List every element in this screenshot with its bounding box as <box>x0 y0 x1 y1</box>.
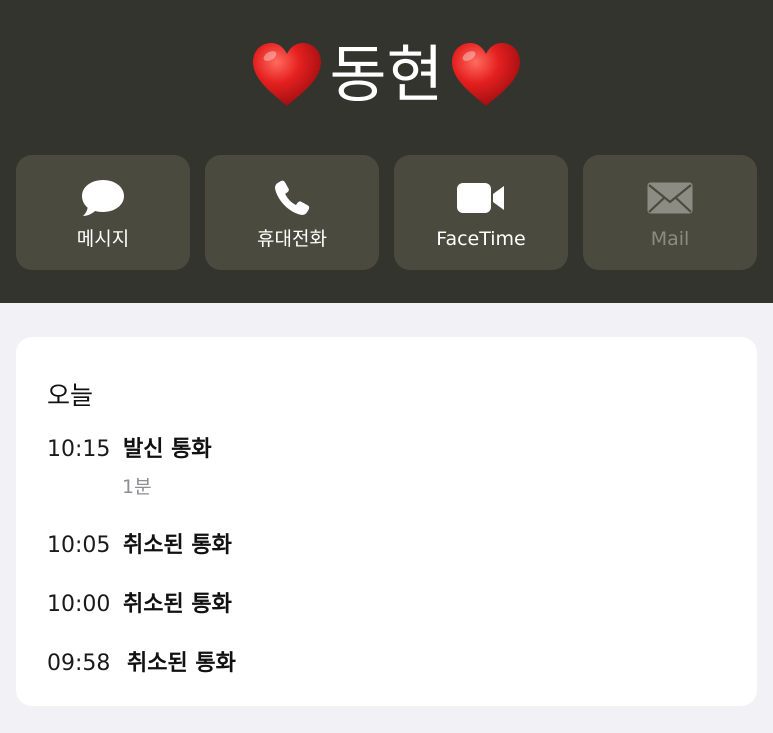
call-history-card: 오늘 10:15 발신 통화 1분 10:05 취소된 통화 10:00 취소된… <box>16 337 757 706</box>
phone-icon <box>267 177 317 219</box>
call-time: 10:15 <box>47 437 111 462</box>
call-row[interactable]: 09:58 취소된 통화 <box>47 650 236 678</box>
mobile-call-button-label: 휴대전화 <box>257 228 327 250</box>
mobile-call-button[interactable]: 휴대전화 <box>205 155 379 270</box>
contact-name-row: 동현 <box>0 30 773 120</box>
call-time: 09:58 <box>47 651 111 676</box>
contact-name: 동현 <box>329 38 444 111</box>
call-duration: 1분 <box>122 476 152 498</box>
facetime-button[interactable]: FaceTime <box>394 155 568 270</box>
call-type: 취소된 통화 <box>127 651 236 676</box>
video-camera-icon <box>456 177 506 219</box>
call-row[interactable]: 10:05 취소된 통화 <box>47 532 232 560</box>
call-type: 취소된 통화 <box>123 592 232 617</box>
call-type: 발신 통화 <box>123 437 212 462</box>
contact-actions: 메시지 휴대전화 FaceTime Mail <box>16 155 757 270</box>
message-button-label: 메시지 <box>76 228 130 250</box>
call-time: 10:00 <box>47 592 111 617</box>
red-heart-icon <box>451 43 520 106</box>
mail-button[interactable]: Mail <box>583 155 757 270</box>
message-bubble-icon <box>78 177 128 219</box>
facetime-button-label: FaceTime <box>436 228 526 250</box>
message-button[interactable]: 메시지 <box>16 155 190 270</box>
call-time: 10:05 <box>47 533 111 558</box>
call-type: 취소된 통화 <box>123 533 232 558</box>
contact-header: 동현 메시지 휴대전화 FaceTime Mail <box>0 0 773 303</box>
mail-button-label: Mail <box>650 228 690 250</box>
call-row[interactable]: 10:00 취소된 통화 <box>47 591 232 619</box>
envelope-icon <box>645 177 695 219</box>
section-title-today: 오늘 <box>47 381 94 410</box>
red-heart-icon <box>253 43 322 106</box>
call-row[interactable]: 10:15 발신 통화 <box>47 436 212 464</box>
